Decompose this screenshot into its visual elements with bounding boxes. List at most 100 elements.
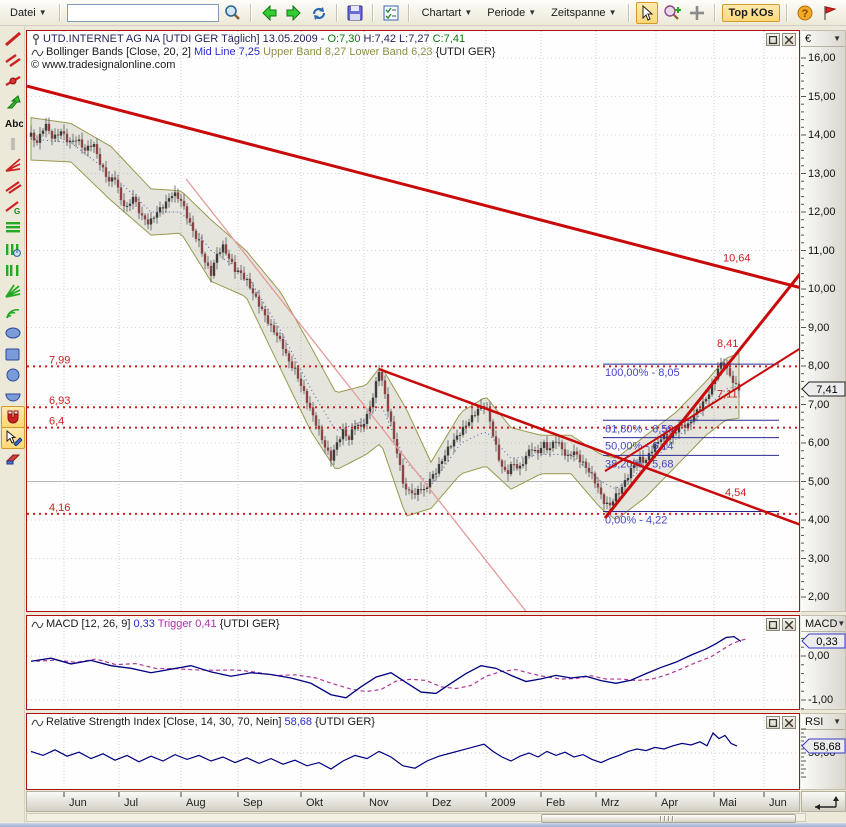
alert-line-label: 7,99 xyxy=(49,354,70,366)
close-panel-button[interactable] xyxy=(782,33,796,46)
maximize-icon xyxy=(769,719,777,727)
price-tick-label: 5,00 xyxy=(808,476,829,488)
fan-lines-icon xyxy=(4,157,22,173)
chevron-down-icon[interactable]: ▼ xyxy=(833,717,841,726)
fib-arcs-tool[interactable] xyxy=(1,301,25,323)
price-chart-header: UTD.INTERNET AG NA [UTDI GER Täglich] 13… xyxy=(31,33,495,72)
alert-line-label: 6,4 xyxy=(49,416,64,428)
text-tool[interactable]: Abc xyxy=(1,112,25,134)
close-panel-button[interactable] xyxy=(782,716,796,729)
save-button[interactable] xyxy=(344,2,366,24)
axes-arrows-icon xyxy=(807,793,841,811)
window-bottom-edge xyxy=(0,823,846,827)
trendline-tool[interactable] xyxy=(1,28,25,50)
arrow-tool[interactable] xyxy=(1,91,25,113)
arrow-left-icon xyxy=(260,5,278,21)
trendline-value-label: 10,64 xyxy=(723,252,751,264)
legend-part: Bollinger Bands [Close, 20, 2] xyxy=(46,46,194,58)
maximize-icon xyxy=(769,36,777,44)
fib-level-label: 0,00% - 4,22 xyxy=(605,515,667,527)
maximize-panel-button[interactable] xyxy=(766,618,780,631)
toolbar-separator xyxy=(408,4,410,22)
chevron-down-icon: ▼ xyxy=(609,8,617,17)
month-label: Jun xyxy=(769,797,787,809)
trend-channel-icon xyxy=(4,178,22,194)
eraser-tool[interactable] xyxy=(1,448,25,470)
refresh-button[interactable] xyxy=(308,2,330,24)
arc-tool[interactable] xyxy=(1,385,25,407)
time-axis[interactable]: JunJulAugSepOktNovDez2009FebMrzAprMaiJun xyxy=(26,791,800,812)
chartart-menu-button[interactable]: Chartart▼ xyxy=(416,4,479,22)
macd-axis[interactable]: MACD ▼ 0,33 0,00-1,00 xyxy=(801,615,846,710)
scrollbar-thumb[interactable] xyxy=(541,814,796,823)
zeitspanne-menu-button[interactable]: Zeitspanne▼ xyxy=(545,4,622,22)
vertical-line-tool[interactable] xyxy=(1,133,25,155)
maximize-panel-button[interactable] xyxy=(766,33,780,46)
macd-legend: MACD [12, 26, 9] 0,33 Trigger 0,41 {UTDI… xyxy=(46,618,280,631)
month-label: Nov xyxy=(369,797,389,809)
chevron-down-icon[interactable]: ▼ xyxy=(833,34,841,43)
fib-retracement-tool[interactable] xyxy=(1,217,25,239)
gann-fan-tool[interactable] xyxy=(1,280,25,302)
rectangle-tool[interactable] xyxy=(1,343,25,365)
magnet-mode-tool[interactable] xyxy=(1,406,25,428)
pointer-mode-button[interactable] xyxy=(636,2,658,24)
rsi-axis[interactable]: RSI ▼ 58,68 50,00 xyxy=(801,713,846,790)
time-cycles-tool[interactable] xyxy=(1,238,25,260)
price-tick-label: 16,00 xyxy=(808,52,836,64)
crosshair-icon xyxy=(689,5,705,21)
macd-panel: MACD [12, 26, 9] 0,33 Trigger 0,41 {UTDI… xyxy=(26,615,800,710)
rsi-panel: Relative Strength Index [Close, 14, 30, … xyxy=(26,713,800,790)
maximize-panel-button[interactable] xyxy=(766,716,780,729)
trendline-value-label: 4,54 xyxy=(725,487,746,499)
draw-pointer-tool[interactable] xyxy=(1,427,25,449)
toolbar-separator xyxy=(714,4,716,22)
price-axis[interactable]: € ▼ 7,41 16,0015,0014,0013,0012,0011,001… xyxy=(801,30,846,612)
close-panel-button[interactable] xyxy=(782,618,796,631)
legend-part: Lower Band 6,23 xyxy=(349,46,435,58)
help-button[interactable]: ? xyxy=(794,2,816,24)
magnet-mode-icon xyxy=(4,409,22,425)
crosshair-button[interactable] xyxy=(686,2,708,24)
flag-button[interactable] xyxy=(819,2,841,24)
axis-corner[interactable] xyxy=(801,791,846,812)
save-icon xyxy=(347,5,363,21)
properties-button[interactable] xyxy=(380,2,402,24)
ellipse-icon xyxy=(4,325,22,341)
chevron-down-icon[interactable]: ▼ xyxy=(837,619,845,628)
fib-time-zones-tool[interactable] xyxy=(1,259,25,281)
forward-button[interactable] xyxy=(283,2,305,24)
macd-axis-label: MACD xyxy=(805,618,837,630)
macd-header: MACD [12, 26, 9] 0,33 Trigger 0,41 {UTDI… xyxy=(31,618,280,631)
parallel-lines-tool[interactable] xyxy=(1,49,25,71)
zoom-in-button[interactable] xyxy=(661,2,683,24)
chart-title: UTD.INTERNET AG NA [UTDI GER Täglich] 13… xyxy=(43,33,465,46)
top-kos-button[interactable]: Top KOs xyxy=(722,4,779,22)
symbol-search-input[interactable] xyxy=(67,4,219,22)
checklist-icon xyxy=(383,5,399,21)
fib-arcs-icon xyxy=(4,304,22,320)
legend-part: UTD.INTERNET AG NA [UTDI GER Täglich] 13… xyxy=(43,33,327,45)
file-menu-button[interactable]: Datei▼ xyxy=(4,4,53,22)
trendline-value-label: 7,11 xyxy=(717,388,738,400)
price-tick-label: 13,00 xyxy=(808,168,836,180)
bollinger-legend: Bollinger Bands [Close, 20, 2] Mid Line … xyxy=(46,46,495,59)
legend-part: {UTDI GER} xyxy=(436,46,496,58)
gann-line-icon: G xyxy=(4,199,22,215)
ellipse-tool[interactable] xyxy=(1,322,25,344)
back-button[interactable] xyxy=(258,2,280,24)
circle-tool[interactable] xyxy=(1,364,25,386)
regression-line-tool[interactable] xyxy=(1,70,25,92)
price-tick-label: 3,00 xyxy=(808,553,829,565)
gann-line-tool[interactable]: G xyxy=(1,196,25,218)
search-button[interactable] xyxy=(222,2,244,24)
chevron-down-icon: ▼ xyxy=(528,8,536,17)
fan-lines-tool[interactable] xyxy=(1,154,25,176)
horizontal-scrollbar[interactable] xyxy=(26,813,806,822)
price-chart[interactable]: 7,996,936,44,16100,00% - 8,0561,80% - 6,… xyxy=(27,31,799,611)
periode-menu-button[interactable]: Periode▼ xyxy=(481,4,542,22)
toolbar-separator xyxy=(250,4,252,22)
legend-part: {UTDI GER} xyxy=(220,618,280,630)
trend-channel-tool[interactable] xyxy=(1,175,25,197)
svg-text:7,41: 7,41 xyxy=(816,384,837,396)
